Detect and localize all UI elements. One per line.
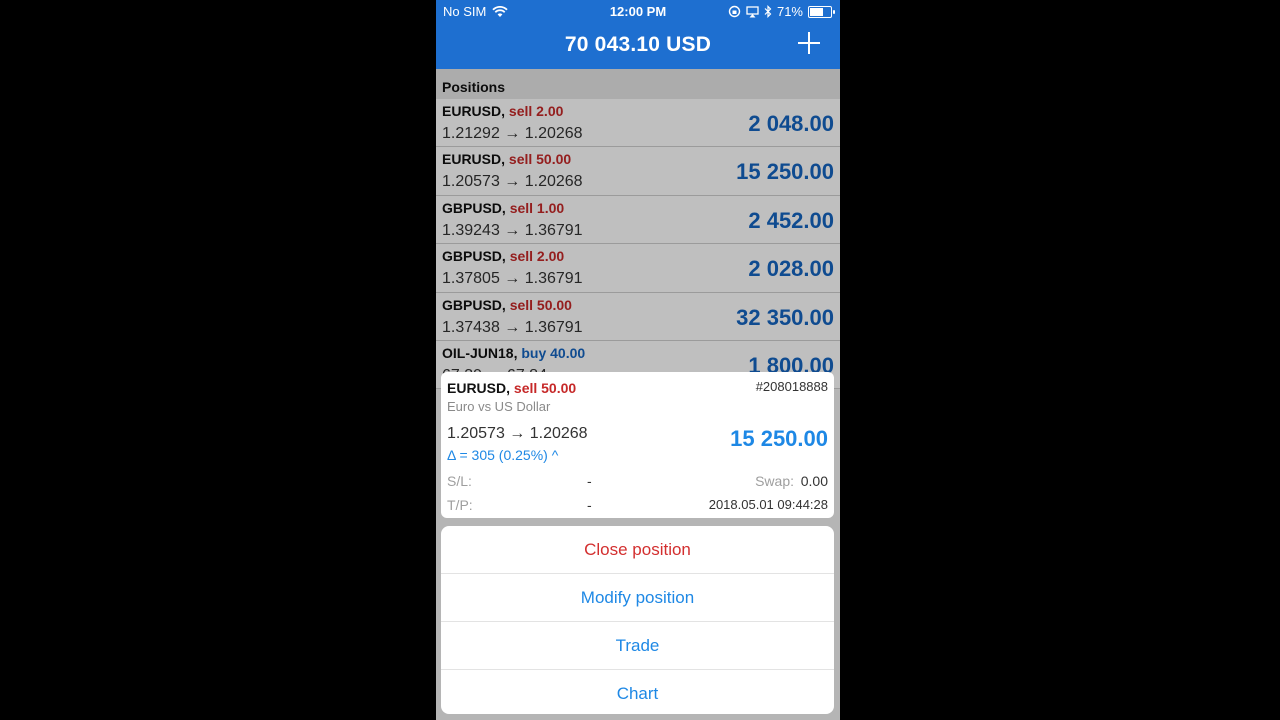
airplay-icon [746,5,759,17]
status-right-group: 71% [728,4,835,19]
add-order-button[interactable] [796,30,822,56]
detail-description: Euro vs US Dollar [447,399,551,414]
rotation-lock-icon [728,5,741,18]
detail-ticket: #208018888 [755,379,828,394]
battery-icon [808,5,835,18]
modify-position-button[interactable]: Modify position [441,574,834,622]
status-bar: No SIM 12:00 PM 71% [436,0,840,22]
trade-button[interactable]: Trade [441,622,834,670]
detail-symbol: EURUSD, [447,380,511,396]
account-balance: 70 043.10 USD [564,33,712,56]
close-position-button[interactable]: Close position [441,526,834,574]
position-detail-card: EURUSD, sell 50.00 #208018888 Euro vs US… [441,372,834,518]
sl-value: - [587,473,592,489]
sl-label: S/L: [447,473,472,489]
swap-label: Swap: [755,473,794,489]
detail-title: EURUSD, sell 50.00 [447,380,576,396]
open-time: 2018.05.01 09:44:28 [708,497,828,512]
tp-label: T/P: [447,497,473,513]
swap-value: 0.00 [800,473,828,489]
tp-value: - [587,497,592,513]
detail-prices: 1.20573 → 1.20268 [447,425,588,442]
chart-button[interactable]: Chart [441,670,834,714]
detail-action: sell 50.00 [513,380,577,396]
phone-screen: No SIM 12:00 PM 71% 70 043.10 USD Positi… [436,0,840,720]
battery-fill [810,7,823,16]
app-header: No SIM 12:00 PM 71% 70 043.10 USD [436,0,840,69]
action-sheet: Close position Modify position Trade Cha… [441,526,834,714]
bluetooth-icon [764,5,772,18]
detail-profit: 15 250.00 [730,426,828,451]
detail-delta: Δ = 305 (0.25%) ^ [447,447,559,463]
battery-percent: 71% [776,4,803,19]
